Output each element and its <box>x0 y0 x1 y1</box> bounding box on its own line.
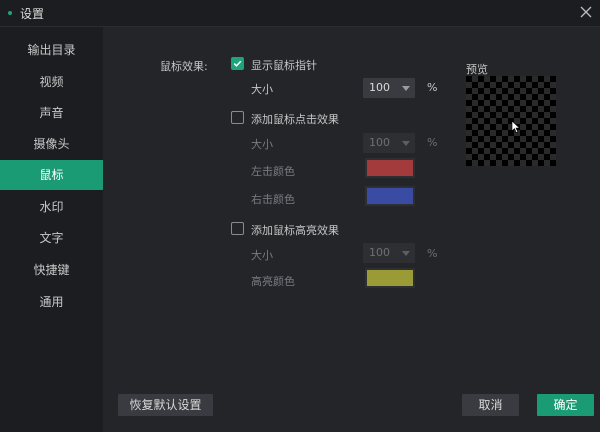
click-effect-checkbox[interactable] <box>231 111 244 124</box>
title-bar: 设置 <box>0 0 600 27</box>
right-click-color-label: 右击颜色 <box>251 193 295 206</box>
highlight-size-select: 100 <box>363 243 415 263</box>
left-click-color-picker <box>365 158 415 178</box>
sidebar-item-video[interactable]: 视频 <box>0 67 103 97</box>
window-title: 设置 <box>20 7 45 21</box>
close-icon[interactable] <box>576 2 596 22</box>
sidebar-item-hotkeys[interactable]: 快捷键 <box>0 255 103 285</box>
right-click-color-swatch <box>367 188 413 204</box>
mouse-effect-label: 鼠标效果: <box>160 60 208 73</box>
highlight-effect-checkbox[interactable] <box>231 222 244 235</box>
show-pointer-label: 显示鼠标指针 <box>251 59 317 72</box>
pointer-size-select[interactable]: 100 <box>363 78 415 98</box>
pointer-size-unit: % <box>427 81 438 94</box>
click-size-label: 大小 <box>251 138 273 151</box>
sidebar-item-watermark[interactable]: 水印 <box>0 192 103 222</box>
ok-button[interactable]: 确定 <box>537 394 594 416</box>
preview-label: 预览 <box>466 63 488 76</box>
highlight-color-label: 高亮颜色 <box>251 275 295 288</box>
sidebar-item-text[interactable]: 文字 <box>0 223 103 253</box>
highlight-color-swatch <box>367 270 413 286</box>
highlight-size-value: 100 <box>369 246 390 259</box>
highlight-color-picker <box>365 268 415 288</box>
chevron-down-icon <box>402 141 410 146</box>
right-click-color-picker <box>365 186 415 206</box>
sidebar-item-audio[interactable]: 声音 <box>0 98 103 128</box>
click-effect-label: 添加鼠标点击效果 <box>251 113 339 126</box>
sidebar-item-general[interactable]: 通用 <box>0 287 103 317</box>
show-pointer-checkbox[interactable] <box>231 57 244 70</box>
click-size-value: 100 <box>369 136 390 149</box>
highlight-size-unit: % <box>427 247 438 260</box>
chevron-down-icon <box>402 86 410 91</box>
chevron-down-icon <box>402 251 410 256</box>
left-click-color-label: 左击颜色 <box>251 165 295 178</box>
click-size-unit: % <box>427 136 438 149</box>
preview-canvas <box>466 76 556 166</box>
mouse-pointer-icon <box>511 120 521 134</box>
pointer-size-value: 100 <box>369 81 390 94</box>
click-size-select: 100 <box>363 133 415 153</box>
sidebar-item-camera[interactable]: 摄像头 <box>0 129 103 159</box>
sidebar-item-output-dir[interactable]: 输出目录 <box>0 35 103 65</box>
cancel-button[interactable]: 取消 <box>462 394 519 416</box>
highlight-size-label: 大小 <box>251 249 273 262</box>
left-click-color-swatch <box>367 160 413 176</box>
pointer-size-label: 大小 <box>251 83 273 96</box>
highlight-effect-label: 添加鼠标高亮效果 <box>251 224 339 237</box>
sidebar-item-mouse[interactable]: 鼠标 <box>0 160 103 190</box>
app-dot-icon <box>8 11 12 15</box>
reset-defaults-button[interactable]: 恢复默认设置 <box>118 394 213 416</box>
sidebar: 输出目录 视频 声音 摄像头 鼠标 水印 文字 快捷键 通用 <box>0 27 103 432</box>
